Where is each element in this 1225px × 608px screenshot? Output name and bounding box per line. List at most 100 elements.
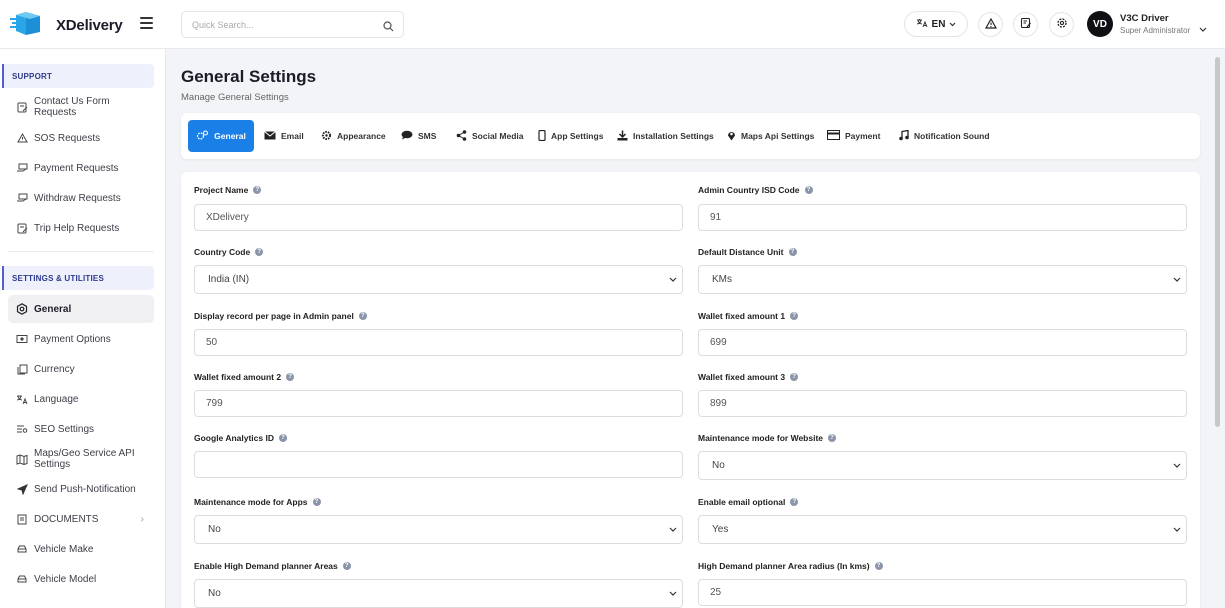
sidebar-item-trip-help-requests[interactable]: Trip Help Requests <box>8 219 154 237</box>
app-logo[interactable]: XDelivery <box>10 10 123 41</box>
search-input[interactable] <box>182 12 372 37</box>
section-heading-settings: SETTINGS & UTILITIES <box>2 266 154 290</box>
warning-triangle-icon <box>16 132 28 144</box>
cog-icon <box>321 130 332 143</box>
help-icon[interactable]: ? <box>253 186 262 194</box>
help-icon[interactable]: ? <box>788 248 797 256</box>
sidebar-item-label: Maps/Geo Service API Settings <box>34 448 135 470</box>
help-icon[interactable]: ? <box>278 434 287 442</box>
wallet-amount-2-input[interactable] <box>194 390 683 417</box>
gears-icon <box>196 129 209 143</box>
language-switcher[interactable]: EN <box>904 11 968 37</box>
tab-sms[interactable]: SMS <box>393 120 444 152</box>
google-analytics-input[interactable] <box>194 451 683 478</box>
quick-search <box>181 11 404 38</box>
tab-appearance[interactable]: Appearance <box>313 120 394 152</box>
sidebar-item-label: DOCUMENTS <box>34 513 99 525</box>
help-icon[interactable]: ? <box>790 312 799 320</box>
sidebar-item-payment-options[interactable]: Payment Options <box>8 330 154 348</box>
sidebar-item-general[interactable]: General <box>8 295 154 323</box>
tab-label: Notification Sound <box>914 131 990 141</box>
select-value: Yes <box>712 524 729 535</box>
chevron-down-icon <box>669 275 677 286</box>
sidebar-item-vehicle-make[interactable]: Vehicle Make <box>8 540 154 558</box>
menu-toggle-icon[interactable] <box>140 17 153 29</box>
sidebar-item-contact-requests[interactable]: Contact Us Form Requests <box>8 93 154 121</box>
help-icon[interactable]: ? <box>790 498 799 506</box>
search-icon[interactable] <box>383 19 394 37</box>
document-icon <box>16 513 28 525</box>
country-code-select[interactable]: India (IN) <box>194 265 683 294</box>
select-value: India (IN) <box>208 274 250 285</box>
settings-button[interactable] <box>1049 12 1074 37</box>
sidebar-item-label: Payment Requests <box>34 162 119 174</box>
sidebar-item-documents[interactable]: DOCUMENTS › <box>8 510 154 528</box>
distance-unit-select[interactable]: KMs <box>698 265 1187 294</box>
sidebar-item-maps-api-settings[interactable]: Maps/Geo Service API Settings <box>8 445 154 473</box>
records-per-page-input[interactable] <box>194 329 683 356</box>
sidebar-item-withdraw-requests[interactable]: Withdraw Requests <box>8 189 154 207</box>
tab-general[interactable]: General <box>188 120 254 152</box>
chat-bubble-icon <box>401 130 413 142</box>
sidebar-item-vehicle-model[interactable]: Vehicle Model <box>8 570 154 588</box>
help-icon[interactable]: ? <box>312 498 321 506</box>
chevron-down-icon <box>949 19 956 30</box>
maintenance-apps-select[interactable]: No <box>194 515 683 544</box>
sidebar-item-language[interactable]: Language <box>8 390 154 408</box>
high-demand-label: Enable High Demand planner Areas? <box>194 561 351 571</box>
high-demand-radius-input[interactable] <box>698 579 1187 606</box>
envelope-icon <box>264 130 276 142</box>
sidebar-item-label: Vehicle Model <box>34 573 97 585</box>
tab-label: App Settings <box>551 131 604 141</box>
send-icon <box>16 483 28 495</box>
tab-maps-api-settings[interactable]: Maps Api Settings <box>719 120 822 152</box>
wallet-amount-1-input[interactable] <box>698 329 1187 356</box>
project-name-input[interactable] <box>194 204 683 231</box>
help-icon[interactable]: ? <box>286 373 295 381</box>
cash-hand-icon <box>16 162 28 174</box>
tab-label: Installation Settings <box>633 131 714 141</box>
help-icon[interactable]: ? <box>874 562 883 570</box>
app-name: XDelivery <box>56 17 123 34</box>
sidebar-item-payment-requests[interactable]: Payment Requests <box>8 159 154 177</box>
notes-button[interactable] <box>1013 12 1038 37</box>
google-analytics-label: Google Analytics ID? <box>194 433 287 443</box>
tab-payment[interactable]: Payment <box>819 120 888 152</box>
help-icon[interactable]: ? <box>358 312 367 320</box>
help-icon[interactable]: ? <box>790 373 799 381</box>
tab-email[interactable]: Email <box>256 120 312 152</box>
alert-button[interactable] <box>978 12 1003 37</box>
chevron-down-icon <box>1173 461 1181 472</box>
tab-social-media[interactable]: Social Media <box>448 120 532 152</box>
wallet-amount-3-input[interactable] <box>698 390 1187 417</box>
edit-square-icon <box>16 222 28 234</box>
sidebar-item-currency[interactable]: Currency <box>8 360 154 378</box>
tab-installation-settings[interactable]: Installation Settings <box>609 120 722 152</box>
sidebar-item-sos-requests[interactable]: SOS Requests <box>8 129 154 147</box>
wallet-amount-2-label: Wallet fixed amount 2? <box>194 372 295 382</box>
select-value: KMs <box>712 274 732 285</box>
help-icon[interactable]: ? <box>804 186 813 194</box>
sidebar-item-label: Send Push-Notification <box>34 483 136 495</box>
email-optional-select[interactable]: Yes <box>698 515 1187 544</box>
translate-icon <box>16 393 28 405</box>
section-heading-support: SUPPORT <box>2 64 154 88</box>
high-demand-select[interactable]: No <box>194 579 683 608</box>
admin-isd-input[interactable] <box>698 204 1187 231</box>
map-pin-icon <box>727 130 736 143</box>
maintenance-website-select[interactable]: No <box>698 451 1187 480</box>
chevron-right-icon: › <box>140 513 144 525</box>
maintenance-website-label: Maintenance mode for Website? <box>698 433 837 443</box>
help-icon[interactable]: ? <box>255 248 264 256</box>
help-icon[interactable]: ? <box>342 562 351 570</box>
sidebar-divider <box>8 251 154 252</box>
chevron-down-icon <box>669 525 677 536</box>
top-bar: XDelivery EN VD V3C Driver <box>0 0 1225 49</box>
page-scrollbar[interactable] <box>1215 57 1220 427</box>
tab-app-settings[interactable]: App Settings <box>530 120 611 152</box>
tab-notification-sound[interactable]: Notification Sound <box>891 120 998 152</box>
sidebar-item-send-push-notification[interactable]: Send Push-Notification <box>8 480 154 498</box>
help-icon[interactable]: ? <box>828 434 837 442</box>
sidebar-item-seo-settings[interactable]: SEO Settings <box>8 420 154 438</box>
user-menu[interactable]: VD V3C Driver Super Administrator <box>1087 11 1207 37</box>
